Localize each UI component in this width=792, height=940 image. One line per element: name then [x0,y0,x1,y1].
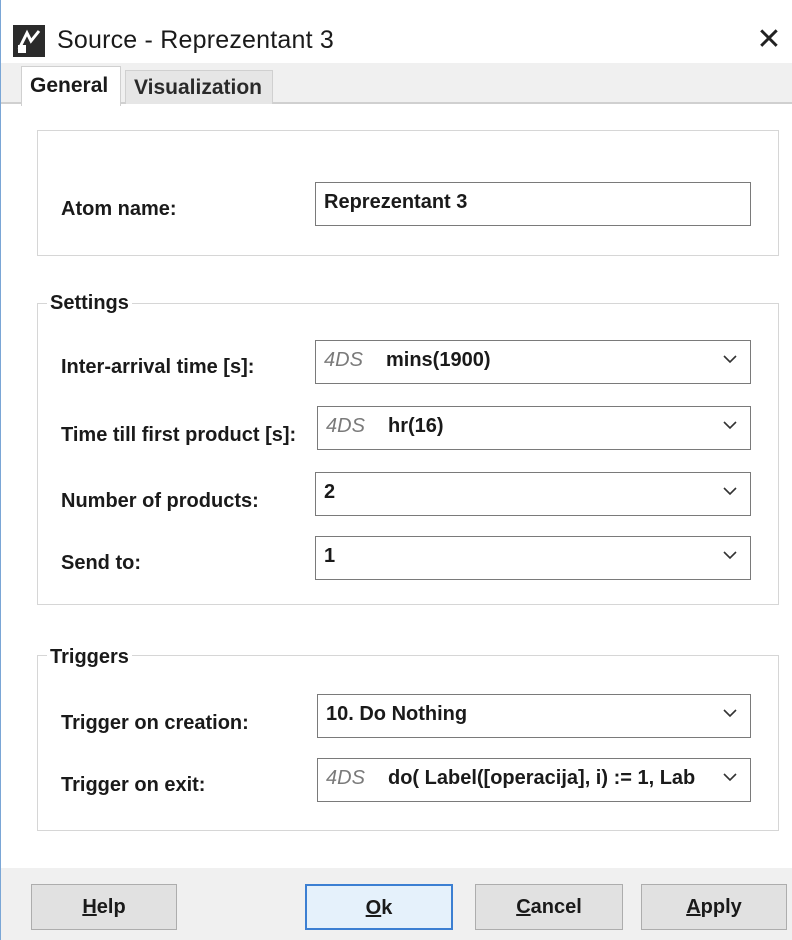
chevron-down-icon[interactable] [722,705,738,721]
number-of-products-value: 2 [324,481,336,503]
number-of-products-label: Number of products: [61,490,259,512]
settings-group-title: Settings [47,292,132,315]
apply-mnemonic: A [686,896,701,918]
triggers-group-title: Triggers [47,646,132,669]
source-app-icon [13,25,45,57]
inter-arrival-time-value: mins(1900) [386,349,491,371]
dialog-window: Source - Reprezentant 3 ✕ General Visual… [0,0,792,940]
cancel-mnemonic: C [516,896,531,918]
close-icon[interactable]: ✕ [753,22,785,58]
trigger-on-exit-combo[interactable]: 4DS do( Label([operacija], i) := 1, Lab [317,758,751,802]
4ds-prefix-tag: 4DS [324,349,363,371]
tab-visualization[interactable]: Visualization [125,70,273,104]
number-of-products-combo[interactable]: 2 [315,472,751,516]
chevron-down-icon[interactable] [722,417,738,433]
help-button[interactable]: Help [31,884,177,930]
chevron-down-icon[interactable] [722,483,738,499]
time-till-first-product-label: Time till first product [s]: [61,424,297,446]
send-to-combo[interactable]: 1 [315,536,751,580]
apply-label-rest: pply [700,896,742,918]
trigger-on-creation-label: Trigger on creation: [61,712,249,734]
atom-name-label: Atom name: [61,198,177,220]
trigger-on-exit-label: Trigger on exit: [61,774,206,796]
atom-name-value: Reprezentant 3 [324,191,468,213]
cancel-label-rest: ancel [530,896,582,918]
window-title: Source - Reprezentant 3 [57,26,334,54]
trigger-on-creation-value: 10. Do Nothing [326,703,468,725]
help-mnemonic: H [82,896,97,918]
help-label-rest: elp [96,896,126,918]
send-to-value: 1 [324,545,336,567]
ok-button[interactable]: Ok [305,884,453,930]
chevron-down-icon[interactable] [722,547,738,563]
send-to-label: Send to: [61,552,141,574]
chevron-down-icon[interactable] [722,351,738,367]
cancel-button[interactable]: Cancel [475,884,623,930]
atom-name-input[interactable]: Reprezentant 3 [315,182,751,226]
trigger-on-creation-combo[interactable]: 10. Do Nothing [317,694,751,738]
time-till-first-product-value: hr(16) [388,415,444,437]
apply-button[interactable]: Apply [641,884,787,930]
4ds-prefix-tag: 4DS [326,767,365,789]
inter-arrival-time-combo[interactable]: 4DS mins(1900) [315,340,751,384]
tab-general[interactable]: General [21,66,121,106]
chevron-down-icon[interactable] [722,769,738,785]
ok-label-rest: k [381,897,393,919]
time-till-first-product-combo[interactable]: 4DS hr(16) [317,406,751,450]
trigger-on-exit-value: do( Label([operacija], i) := 1, Lab [388,767,696,789]
triggers-group [37,655,779,831]
ok-mnemonic: O [365,897,382,919]
inter-arrival-time-label: Inter-arrival time [s]: [61,356,255,378]
4ds-prefix-tag: 4DS [326,415,365,437]
